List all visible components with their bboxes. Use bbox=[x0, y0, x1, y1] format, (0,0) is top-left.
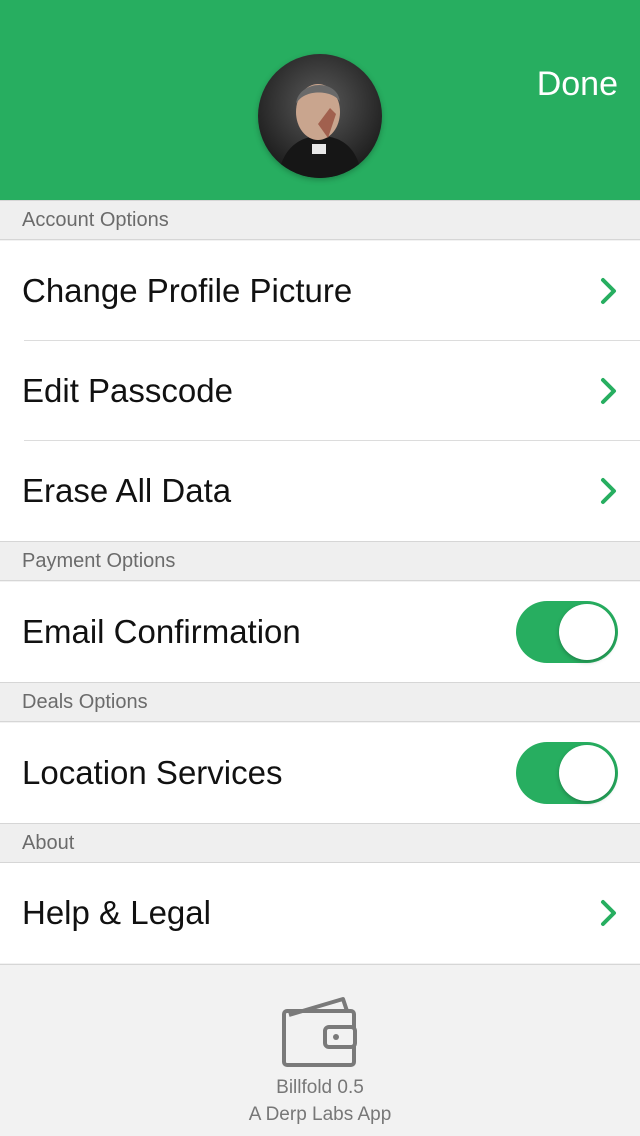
email-confirmation-toggle[interactable] bbox=[516, 601, 618, 663]
app-version: Billfold 0.5 bbox=[276, 1077, 364, 1098]
erase-all-data-row[interactable]: Erase All Data bbox=[0, 441, 640, 541]
chevron-right-icon bbox=[601, 478, 616, 504]
row-label: Edit Passcode bbox=[22, 372, 233, 409]
row-label: Help & Legal bbox=[22, 894, 211, 931]
row-label: Email Confirmation bbox=[22, 613, 301, 650]
location-services-toggle[interactable] bbox=[516, 742, 618, 804]
done-button[interactable]: Done bbox=[537, 62, 618, 106]
toggle-knob bbox=[559, 604, 615, 660]
section-header-about: About bbox=[0, 823, 640, 863]
row-label: Change Profile Picture bbox=[22, 272, 353, 309]
app-footer: Billfold 0.5 A Derp Labs App bbox=[0, 964, 640, 1136]
section-header-deals: Deals Options bbox=[0, 682, 640, 722]
avatar-photo bbox=[258, 54, 382, 178]
edit-passcode-row[interactable]: Edit Passcode bbox=[0, 341, 640, 441]
toggle-knob bbox=[559, 745, 615, 801]
section-header-account: Account Options bbox=[0, 200, 640, 240]
chevron-right-icon bbox=[601, 378, 616, 404]
help-legal-row[interactable]: Help & Legal bbox=[0, 863, 640, 963]
email-confirmation-row: Email Confirmation bbox=[0, 582, 640, 682]
chevron-right-icon bbox=[601, 278, 616, 304]
chevron-right-icon bbox=[601, 900, 616, 926]
section-header-payment: Payment Options bbox=[0, 541, 640, 581]
profile-avatar[interactable] bbox=[258, 54, 382, 178]
profile-header: Done bbox=[0, 0, 640, 200]
change-profile-picture-row[interactable]: Change Profile Picture bbox=[0, 241, 640, 341]
row-label: Erase All Data bbox=[22, 472, 232, 509]
wallet-icon bbox=[282, 997, 357, 1067]
app-byline: A Derp Labs App bbox=[248, 1104, 392, 1125]
row-label: Location Services bbox=[22, 754, 283, 791]
location-services-row: Location Services bbox=[0, 723, 640, 823]
